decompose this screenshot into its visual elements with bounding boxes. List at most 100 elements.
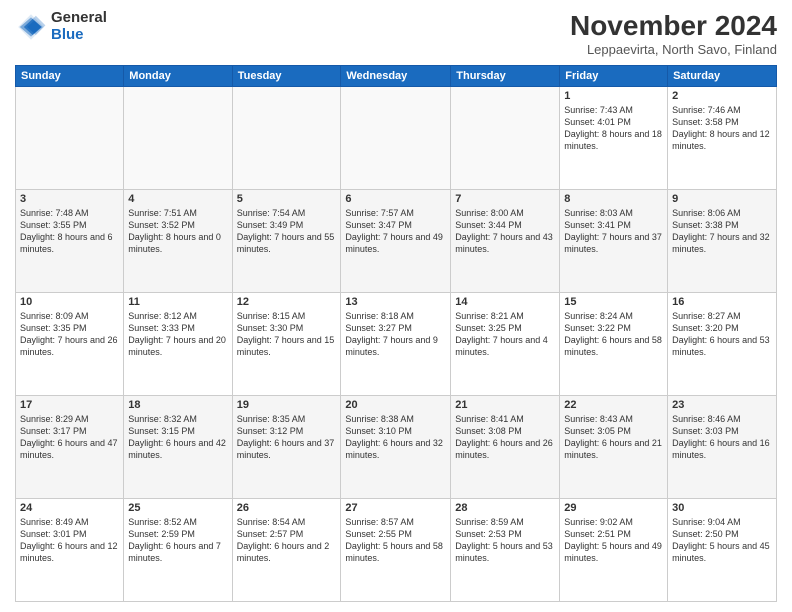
day-number: 9 (672, 193, 772, 205)
calendar-cell: 11 Sunrise: 8:12 AM Sunset: 3:33 PM Dayli… (124, 293, 232, 396)
day-number: 16 (672, 296, 772, 308)
calendar-row-0: 1 Sunrise: 7:43 AM Sunset: 4:01 PM Daylig… (16, 87, 777, 190)
day-number: 8 (564, 193, 663, 205)
calendar-cell: 7 Sunrise: 8:00 AM Sunset: 3:44 PM Daylig… (451, 190, 560, 293)
day-content: Sunrise: 7:43 AM Sunset: 4:01 PM Dayligh… (564, 104, 663, 153)
logo-blue-text: Blue (51, 27, 107, 44)
calendar-cell: 22Sunrise: 8:43 AM Sunset: 3:05 PM Dayli… (560, 396, 668, 499)
day-number: 14 (455, 296, 555, 308)
day-number: 30 (672, 502, 772, 514)
location-subtitle: Leppaevirta, North Savo, Finland (570, 42, 777, 57)
day-number: 3 (20, 193, 119, 205)
calendar-cell: 1 Sunrise: 7:43 AM Sunset: 4:01 PM Daylig… (560, 87, 668, 190)
day-number: 13 (345, 296, 446, 308)
calendar-cell: 26Sunrise: 8:54 AM Sunset: 2:57 PM Dayli… (232, 499, 341, 602)
page: General Blue November 2024 Leppaevirta, … (0, 0, 792, 612)
header-thursday: Thursday (451, 66, 560, 87)
day-number: 7 (455, 193, 555, 205)
calendar-row-3: 17 Sunrise: 8:29 AM Sunset: 3:17 PM Dayli… (16, 396, 777, 499)
logo-general-text: General (51, 10, 107, 27)
calendar-cell: 27 Sunrise: 8:57 AM Sunset: 2:55 PM Dayli… (341, 499, 451, 602)
calendar-cell (124, 87, 232, 190)
day-number: 22 (564, 399, 663, 411)
day-content: Sunrise: 8:06 AM Sunset: 3:38 PM Dayligh… (672, 207, 772, 256)
day-content: Sunrise: 7:54 AM Sunset: 3:49 PM Dayligh… (237, 207, 337, 256)
day-content: Sunrise: 8:59 AM Sunset: 2:53 PM Dayligh… (455, 516, 555, 565)
calendar-row-4: 24 Sunrise: 8:49 AM Sunset: 3:01 PM Dayli… (16, 499, 777, 602)
day-content: Sunrise: 8:41 AM Sunset: 3:08 PM Dayligh… (455, 413, 555, 462)
calendar-cell: 13 Sunrise: 8:18 AM Sunset: 3:27 PM Dayli… (341, 293, 451, 396)
calendar-cell (232, 87, 341, 190)
day-content: Sunrise: 8:52 AM Sunset: 2:59 PM Dayligh… (128, 516, 227, 565)
day-content: Sunrise: 8:35 AM Sunset: 3:12 PM Dayligh… (237, 413, 337, 462)
logo-icon (15, 11, 47, 43)
day-content: Sunrise: 8:46 AM Sunset: 3:03 PM Dayligh… (672, 413, 772, 462)
calendar-cell: 8Sunrise: 8:03 AM Sunset: 3:41 PM Daylig… (560, 190, 668, 293)
calendar-cell: 21Sunrise: 8:41 AM Sunset: 3:08 PM Dayli… (451, 396, 560, 499)
day-content: Sunrise: 8:00 AM Sunset: 3:44 PM Dayligh… (455, 207, 555, 256)
day-number: 29 (564, 502, 663, 514)
calendar-row-1: 3 Sunrise: 7:48 AM Sunset: 3:55 PM Daylig… (16, 190, 777, 293)
calendar-cell: 18 Sunrise: 8:32 AM Sunset: 3:15 PM Dayli… (124, 396, 232, 499)
day-content: Sunrise: 8:12 AM Sunset: 3:33 PM Dayligh… (128, 310, 227, 359)
day-number: 17 (20, 399, 119, 411)
day-number: 5 (237, 193, 337, 205)
day-content: Sunrise: 8:15 AM Sunset: 3:30 PM Dayligh… (237, 310, 337, 359)
day-content: Sunrise: 8:57 AM Sunset: 2:55 PM Dayligh… (345, 516, 446, 565)
day-number: 25 (128, 502, 227, 514)
day-number: 6 (345, 193, 446, 205)
calendar-cell: 28Sunrise: 8:59 AM Sunset: 2:53 PM Dayli… (451, 499, 560, 602)
header-wednesday: Wednesday (341, 66, 451, 87)
calendar: Sunday Monday Tuesday Wednesday Thursday… (15, 65, 777, 602)
calendar-cell: 25 Sunrise: 8:52 AM Sunset: 2:59 PM Dayli… (124, 499, 232, 602)
day-content: Sunrise: 8:27 AM Sunset: 3:20 PM Dayligh… (672, 310, 772, 359)
calendar-header: Sunday Monday Tuesday Wednesday Thursday… (16, 66, 777, 87)
day-content: Sunrise: 8:29 AM Sunset: 3:17 PM Dayligh… (20, 413, 119, 462)
day-content: Sunrise: 7:51 AM Sunset: 3:52 PM Dayligh… (128, 207, 227, 256)
day-content: Sunrise: 8:49 AM Sunset: 3:01 PM Dayligh… (20, 516, 119, 565)
calendar-cell: 19 Sunrise: 8:35 AM Sunset: 3:12 PM Dayli… (232, 396, 341, 499)
day-content: Sunrise: 8:24 AM Sunset: 3:22 PM Dayligh… (564, 310, 663, 359)
calendar-cell: 3 Sunrise: 7:48 AM Sunset: 3:55 PM Daylig… (16, 190, 124, 293)
calendar-cell: 29Sunrise: 9:02 AM Sunset: 2:51 PM Dayli… (560, 499, 668, 602)
calendar-cell: 20Sunrise: 8:38 AM Sunset: 3:10 PM Dayli… (341, 396, 451, 499)
calendar-cell (451, 87, 560, 190)
day-content: Sunrise: 8:32 AM Sunset: 3:15 PM Dayligh… (128, 413, 227, 462)
day-content: Sunrise: 7:46 AM Sunset: 3:58 PM Dayligh… (672, 104, 772, 153)
day-content: Sunrise: 7:57 AM Sunset: 3:47 PM Dayligh… (345, 207, 446, 256)
day-number: 10 (20, 296, 119, 308)
day-number: 18 (128, 399, 227, 411)
day-number: 2 (672, 90, 772, 102)
day-number: 23 (672, 399, 772, 411)
calendar-cell: 2 Sunrise: 7:46 AM Sunset: 3:58 PM Daylig… (668, 87, 777, 190)
calendar-body: 1 Sunrise: 7:43 AM Sunset: 4:01 PM Daylig… (16, 87, 777, 602)
day-number: 11 (128, 296, 227, 308)
day-number: 24 (20, 502, 119, 514)
header-tuesday: Tuesday (232, 66, 341, 87)
header-monday: Monday (124, 66, 232, 87)
calendar-cell: 9 Sunrise: 8:06 AM Sunset: 3:38 PM Daylig… (668, 190, 777, 293)
header-row: Sunday Monday Tuesday Wednesday Thursday… (16, 66, 777, 87)
day-number: 27 (345, 502, 446, 514)
day-content: Sunrise: 8:21 AM Sunset: 3:25 PM Dayligh… (455, 310, 555, 359)
logo-text: General Blue (51, 10, 107, 43)
calendar-cell: 16 Sunrise: 8:27 AM Sunset: 3:20 PM Dayli… (668, 293, 777, 396)
calendar-table: Sunday Monday Tuesday Wednesday Thursday… (15, 65, 777, 602)
day-number: 19 (237, 399, 337, 411)
calendar-cell: 5 Sunrise: 7:54 AM Sunset: 3:49 PM Daylig… (232, 190, 341, 293)
header-friday: Friday (560, 66, 668, 87)
logo: General Blue (15, 10, 107, 43)
header-sunday: Sunday (16, 66, 124, 87)
day-number: 4 (128, 193, 227, 205)
header: General Blue November 2024 Leppaevirta, … (15, 10, 777, 57)
day-number: 15 (564, 296, 663, 308)
title-area: November 2024 Leppaevirta, North Savo, F… (570, 10, 777, 57)
day-content: Sunrise: 9:04 AM Sunset: 2:50 PM Dayligh… (672, 516, 772, 565)
day-content: Sunrise: 7:48 AM Sunset: 3:55 PM Dayligh… (20, 207, 119, 256)
day-content: Sunrise: 8:09 AM Sunset: 3:35 PM Dayligh… (20, 310, 119, 359)
day-number: 1 (564, 90, 663, 102)
day-content: Sunrise: 8:38 AM Sunset: 3:10 PM Dayligh… (345, 413, 446, 462)
calendar-row-2: 10 Sunrise: 8:09 AM Sunset: 3:35 PM Dayli… (16, 293, 777, 396)
day-content: Sunrise: 8:18 AM Sunset: 3:27 PM Dayligh… (345, 310, 446, 359)
calendar-cell: 24 Sunrise: 8:49 AM Sunset: 3:01 PM Dayli… (16, 499, 124, 602)
